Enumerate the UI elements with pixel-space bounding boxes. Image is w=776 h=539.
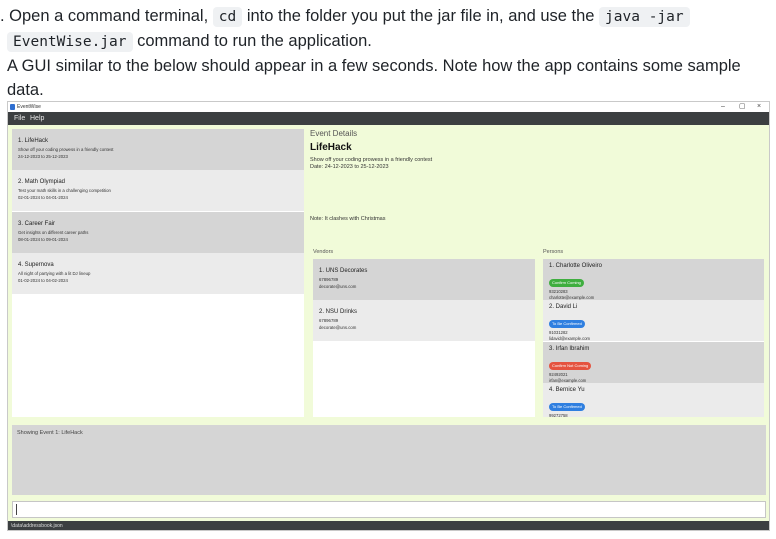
event-name: 1. LifeHack [18, 138, 49, 144]
person-status-tag: Confirm Coming [549, 278, 584, 287]
status-bar: \data\addressbook.json [8, 521, 769, 530]
event-dates: 01-02-2024 to 04-02-2024 [18, 277, 68, 283]
event-card[interactable]: 4. Supernova All night of partying with … [12, 253, 304, 294]
person-phone: 93210283 [549, 289, 568, 294]
event-list[interactable]: 1. LifeHack Show off your coding prowess… [12, 129, 304, 417]
result-display: Showing Event 1: LifeHack [12, 425, 766, 495]
window-title: EventWise [17, 104, 41, 110]
event-card[interactable]: 2. Math Olympiad Test your math skills i… [12, 170, 304, 211]
event-details-title: LifeHack [310, 142, 352, 153]
menu-bar: File Help [8, 112, 769, 125]
persons-label: Persons [543, 249, 564, 255]
vendor-list[interactable]: 1. UNS Decorates 67896789 decorate@uns.c… [313, 259, 535, 417]
instruction-line-2: EventWise.jar command to run the applica… [7, 29, 372, 55]
close-icon[interactable]: × [757, 102, 761, 112]
event-card[interactable]: 1. LifeHack Show off your coding prowess… [12, 129, 304, 170]
event-dates: 24-12-2023 to 25-12-2023 [18, 153, 68, 159]
text-run: . Open a command terminal, [0, 7, 213, 25]
event-description: All night of partying with a lit DJ line… [18, 271, 91, 276]
status-file-path: \data\addressbook.json [11, 523, 63, 529]
event-details-panel: Event Details LifeHack Show off your cod… [309, 125, 769, 245]
inline-code-cd: cd [212, 7, 243, 27]
person-name: 3. Irfan Ibrahim [549, 346, 590, 352]
event-details-note: Note: It clashes with Christmas [310, 216, 386, 222]
person-phone: 91031282 [549, 330, 568, 335]
person-card[interactable]: 2. David Li To Be Confirmed 91031282 lid… [543, 300, 764, 341]
person-status-tag: To Be Confirmed [549, 402, 585, 411]
person-phone: 99272758 [549, 413, 568, 417]
vendor-name: 1. UNS Decorates [319, 268, 368, 274]
vendor-email: decorate@uns.com [319, 283, 357, 289]
event-details-date: Date: 24-12-2023 to 25-12-2023 [310, 164, 389, 170]
vendor-phone: 67896789 [319, 277, 339, 282]
event-name: 3. Career Fair [18, 221, 56, 227]
text-run: into the folder you put the jar file in,… [242, 7, 600, 25]
minimize-icon[interactable]: – [721, 102, 725, 112]
person-card[interactable]: 1. Charlotte Oliveiro Confirm Coming 932… [543, 259, 764, 300]
command-input[interactable] [12, 501, 766, 518]
event-description: Get insights on different career paths [18, 230, 89, 235]
instruction-line-4: data. [7, 81, 44, 99]
event-card[interactable]: 3. Career Fair Get insights on different… [12, 212, 304, 253]
text-caret [16, 504, 17, 515]
event-description: Test your math skills in a challenging c… [18, 188, 111, 193]
maximize-icon[interactable]: ▢ [739, 102, 746, 112]
person-name: 4. Bernice Yu [549, 387, 585, 393]
person-status-tag: Confirm Not Coming [549, 361, 592, 370]
event-dates: 08-01-2024 to 09-01-2024 [18, 236, 68, 242]
person-card[interactable]: 3. Irfan Ibrahim Confirm Not Coming 9249… [543, 342, 764, 383]
vendor-name: 2. NSU Drinks [319, 309, 358, 315]
person-email: lidavid@example.com [549, 336, 591, 341]
menu-help[interactable]: Help [30, 112, 44, 125]
title-bar: EventWise – ▢ × [8, 102, 769, 112]
person-card[interactable]: 4. Bernice Yu To Be Confirmed 99272758 [543, 383, 764, 417]
event-description: Show off your coding prowess in a friend… [18, 147, 114, 152]
vendor-card[interactable]: 2. NSU Drinks 67896789 decorate@uns.com [313, 300, 535, 341]
event-dates: 02-01-2024 to 04-01-2024 [18, 194, 68, 200]
app-window: EventWise – ▢ × File Help 1. LifeHack Sh… [7, 101, 770, 531]
vendors-label: Vendors [313, 249, 334, 255]
menu-file[interactable]: File [14, 112, 25, 125]
event-details-description: Show off your coding prowess in a friend… [310, 157, 433, 163]
instruction-line-1: . Open a command terminal, cd into the f… [0, 4, 690, 30]
inline-code-jar-name: EventWise.jar [7, 32, 133, 52]
text-run: command to run the application. [132, 32, 372, 50]
event-details-header: Event Details [310, 129, 358, 138]
vendor-card[interactable]: 1. UNS Decorates 67896789 decorate@uns.c… [313, 259, 535, 300]
event-name: 2. Math Olympiad [18, 179, 66, 185]
vendor-phone: 67896789 [319, 318, 339, 323]
person-name: 2. David Li [549, 304, 578, 310]
person-list[interactable]: 1. Charlotte Oliveiro Confirm Coming 932… [543, 259, 764, 417]
person-status-tag: To Be Confirmed [549, 319, 585, 328]
event-name: 4. Supernova [18, 262, 54, 268]
app-icon [10, 104, 15, 110]
person-name: 1. Charlotte Oliveiro [549, 263, 603, 269]
inline-code-java-jar: java -jar [599, 7, 690, 27]
person-phone: 92492021 [549, 372, 568, 377]
result-text: Showing Event 1: LifeHack [17, 430, 83, 436]
instruction-line-3: A GUI similar to the below should appear… [7, 57, 741, 75]
vendor-email: decorate@uns.com [319, 324, 357, 330]
